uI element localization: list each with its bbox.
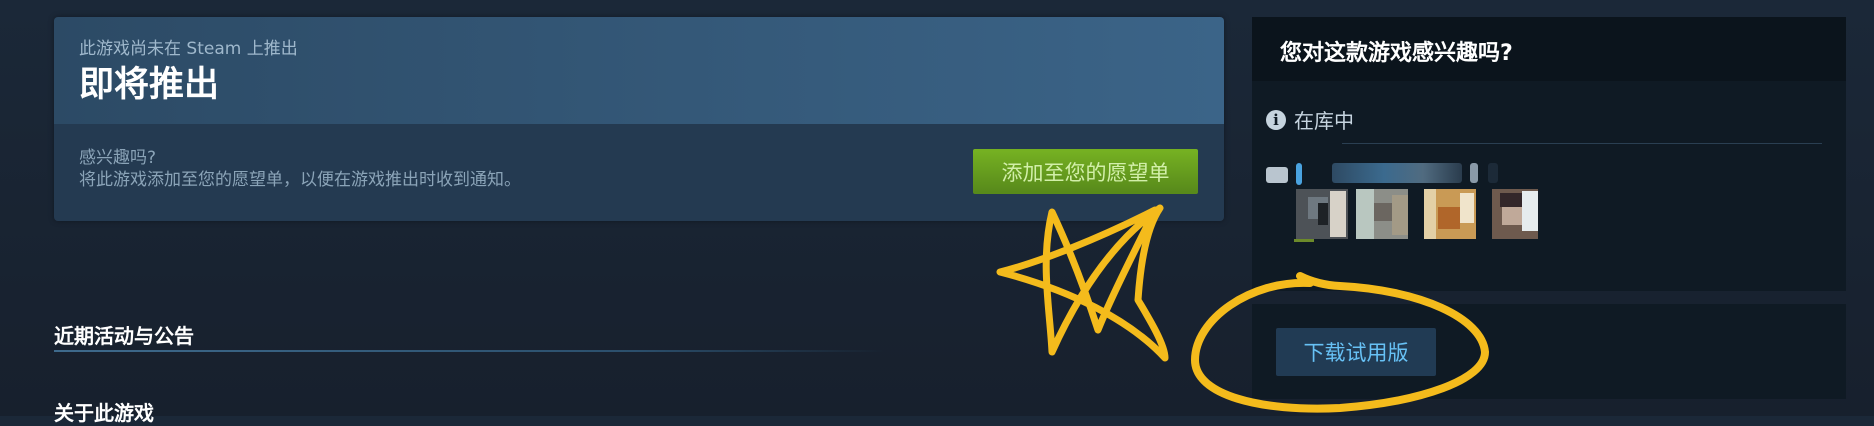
download-demo-button[interactable]: 下载试用版 bbox=[1276, 328, 1436, 376]
coming-soon-title: 即将推出 bbox=[79, 65, 220, 105]
section-divider bbox=[54, 350, 884, 352]
recent-events-heading[interactable]: 近期活动与公告 bbox=[54, 320, 194, 349]
library-divider bbox=[1342, 143, 1822, 144]
obscured-friend-avatar bbox=[1296, 189, 1348, 239]
interest-panel: 您对这款游戏感兴趣吗? i 在库中 bbox=[1252, 17, 1846, 291]
in-library-row: i 在库中 bbox=[1266, 105, 1354, 134]
star-doodle bbox=[996, 204, 1169, 362]
wishlist-prompt: 感兴趣吗? 将此游戏添加至您的愿望单，以便在游戏推出时收到通知。 添加至您的愿望… bbox=[54, 124, 1224, 221]
obscured-friend-avatar bbox=[1492, 189, 1538, 239]
interest-panel-title: 您对这款游戏感兴趣吗? bbox=[1252, 17, 1846, 81]
obscured-user-name bbox=[1296, 163, 1302, 185]
coming-soon-subtitle: 此游戏尚未在 Steam 上推出 bbox=[79, 39, 298, 59]
obscured-user-name bbox=[1470, 163, 1478, 183]
demo-panel: 下载试用版 bbox=[1252, 304, 1846, 399]
obscured-friend-avatar bbox=[1356, 189, 1408, 239]
add-to-wishlist-button[interactable]: 添加至您的愿望单 bbox=[973, 149, 1198, 194]
obscured-friend-avatar bbox=[1424, 189, 1476, 239]
obscured-user-name bbox=[1332, 163, 1462, 183]
wishlist-prompt-text: 感兴趣吗? 将此游戏添加至您的愿望单，以便在游戏推出时收到通知。 bbox=[79, 147, 521, 191]
wishlist-prompt-description: 将此游戏添加至您的愿望单，以便在游戏推出时收到通知。 bbox=[79, 170, 521, 190]
info-icon: i bbox=[1266, 109, 1286, 130]
obscured-underline bbox=[1294, 239, 1314, 242]
in-library-label: 在库中 bbox=[1294, 109, 1354, 133]
obscured-user-name bbox=[1266, 167, 1288, 183]
about-game-heading: 关于此游戏 bbox=[54, 401, 154, 425]
wishlist-prompt-question: 感兴趣吗? bbox=[79, 148, 157, 168]
coming-soon-header: 此游戏尚未在 Steam 上推出 即将推出 bbox=[54, 17, 1224, 124]
obscured-user-name bbox=[1488, 163, 1498, 183]
coming-soon-panel: 此游戏尚未在 Steam 上推出 即将推出 感兴趣吗? 将此游戏添加至您的愿望单… bbox=[54, 17, 1224, 221]
